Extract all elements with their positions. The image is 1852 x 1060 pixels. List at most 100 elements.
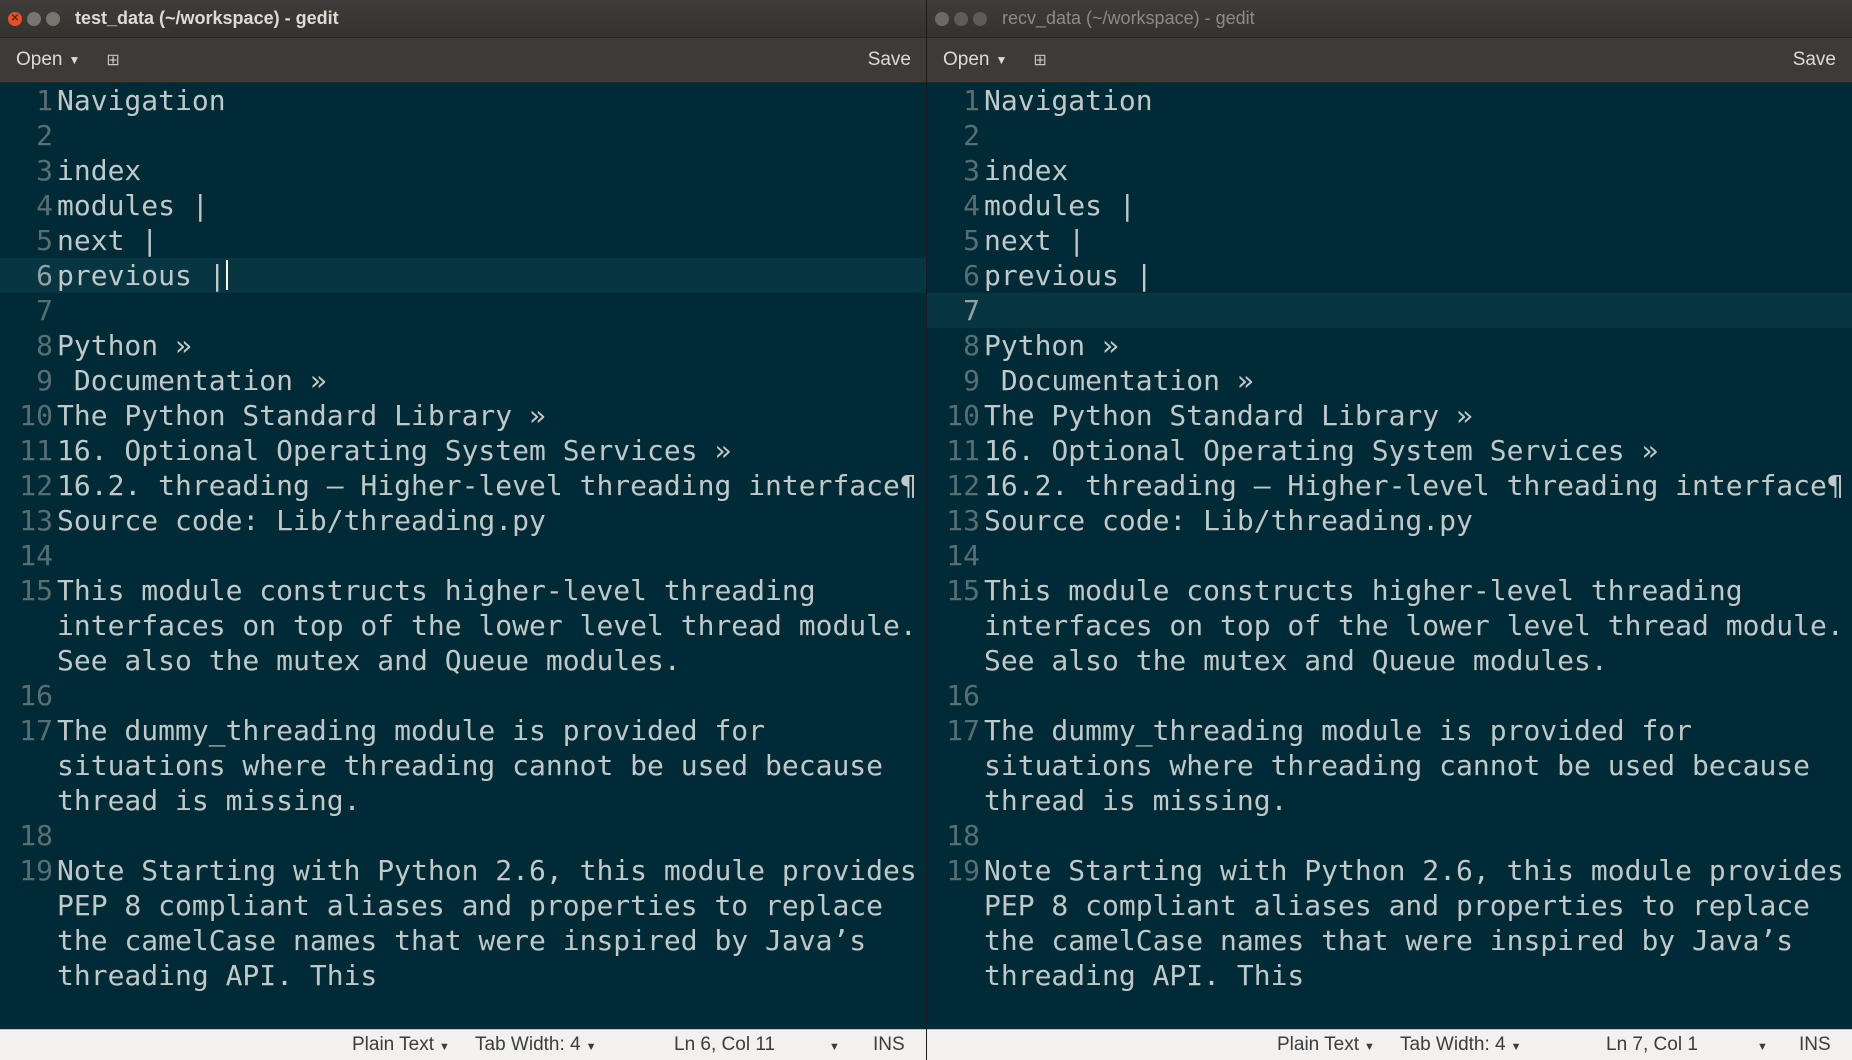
editor-line[interactable]: 7 (927, 293, 1852, 328)
line-text[interactable]: modules | (57, 188, 927, 223)
open-button[interactable]: Open ▼ (935, 43, 1015, 77)
line-text[interactable]: next | (57, 223, 927, 258)
editor-line[interactable]: 12 16.2. threading — Higher-level threadi… (0, 468, 927, 503)
title-bar[interactable]: ✕ test_data (~/workspace) - gedit (0, 0, 927, 38)
insert-mode-indicator[interactable]: INS (1799, 1034, 1831, 1056)
editor-line[interactable]: 2 (0, 118, 927, 153)
editor-line[interactable]: 12 16.2. threading — Higher-level threadi… (927, 468, 1852, 503)
editor-line[interactable]: 15 This module constructs higher-level th… (927, 573, 1852, 678)
line-text[interactable]: Documentation » (984, 363, 1852, 398)
line-text[interactable]: Navigation (57, 83, 927, 118)
line-text[interactable]: index (57, 153, 927, 188)
language-selector[interactable]: Plain Text ▼ (1277, 1034, 1375, 1056)
header-bar: Open ▼ ⊞ Save (927, 38, 1852, 83)
tab-width-label: Tab Width: 4 (1400, 1034, 1506, 1055)
tab-width-selector[interactable]: Tab Width: 4 ▼ (1400, 1034, 1522, 1056)
line-text[interactable]: Python » (57, 328, 927, 363)
gedit-window-test-data[interactable]: ✕ test_data (~/workspace) - gedit Open ▼… (0, 0, 927, 1060)
editor-line[interactable]: 4 modules | (0, 188, 927, 223)
editor-line[interactable]: 3 index (927, 153, 1852, 188)
line-text[interactable]: 16.2. threading — Higher-level threading… (57, 468, 927, 503)
save-button[interactable]: Save (860, 43, 919, 77)
editor-line[interactable]: 3 index (0, 153, 927, 188)
line-text[interactable]: Note Starting with Python 2.6, this modu… (57, 853, 927, 993)
line-text[interactable]: Documentation » (57, 363, 927, 398)
line-text[interactable]: The Python Standard Library » (984, 398, 1852, 433)
editor-line[interactable]: 6 previous | (927, 258, 1852, 293)
new-tab-icon[interactable]: ⊞ (1027, 46, 1052, 74)
line-text[interactable]: 16.2. threading — Higher-level threading… (984, 468, 1852, 503)
gedit-window-recv-data[interactable]: recv_data (~/workspace) - gedit Open ▼ ⊞… (927, 0, 1852, 1060)
cursor-position-selector[interactable]: Ln 7, Col 1 (1606, 1034, 1698, 1056)
editor-line[interactable]: 7 (0, 293, 927, 328)
editor-line[interactable]: 9 Documentation » (927, 363, 1852, 398)
editor-line[interactable]: 1 Navigation (0, 83, 927, 118)
text-editor[interactable]: 1 Navigation 2 3 index 4 modules | 5 next | 6 prev… (927, 83, 1852, 1029)
editor-line[interactable]: 11 16. Optional Operating System Services… (0, 433, 927, 468)
title-bar[interactable]: recv_data (~/workspace) - gedit (927, 0, 1852, 38)
line-text[interactable]: Note Starting with Python 2.6, this modu… (984, 853, 1852, 993)
save-button[interactable]: Save (1785, 43, 1844, 77)
tab-width-selector[interactable]: Tab Width: 4 ▼ (475, 1034, 597, 1056)
chevron-down-icon[interactable]: ▼ (824, 1034, 840, 1056)
editor-line[interactable]: 8 Python » (927, 328, 1852, 363)
line-text[interactable]: previous | (984, 258, 1852, 293)
editor-line[interactable]: 18 (0, 818, 927, 853)
line-text[interactable]: This module constructs higher-level thre… (57, 573, 927, 678)
editor-line[interactable]: 17 The dummy_threading module is provided… (927, 713, 1852, 818)
line-text[interactable]: The dummy_threading module is provided f… (57, 713, 927, 818)
editor-line[interactable]: 2 (927, 118, 1852, 153)
open-button[interactable]: Open ▼ (8, 43, 88, 77)
line-text[interactable]: 16. Optional Operating System Services » (57, 433, 927, 468)
line-number: 14 (946, 539, 980, 572)
editor-line[interactable]: 9 Documentation » (0, 363, 927, 398)
line-text[interactable]: Source code: Lib/threading.py (57, 503, 927, 538)
language-selector[interactable]: Plain Text ▼ (352, 1034, 450, 1056)
maximize-icon[interactable] (46, 11, 60, 26)
line-text[interactable]: previous | (57, 258, 927, 293)
editor-line[interactable]: 5 next | (0, 223, 927, 258)
editor-line[interactable]: 17 The dummy_threading module is provided… (0, 713, 927, 818)
cursor-position-selector[interactable]: Ln 6, Col 11 (674, 1034, 775, 1056)
language-label: Plain Text (1277, 1034, 1360, 1055)
editor-line[interactable]: 1 Navigation (927, 83, 1852, 118)
line-text[interactable]: index (984, 153, 1852, 188)
chevron-down-icon[interactable]: ▼ (1752, 1034, 1768, 1056)
line-text[interactable]: modules | (984, 188, 1852, 223)
minimize-icon[interactable] (27, 11, 41, 26)
editor-line[interactable]: 6 previous | (0, 258, 927, 293)
editor-line[interactable]: 5 next | (927, 223, 1852, 258)
editor-line[interactable]: 8 Python » (0, 328, 927, 363)
insert-mode-indicator[interactable]: INS (873, 1034, 905, 1056)
close-icon[interactable]: ✕ (8, 11, 22, 26)
editor-line[interactable]: 13 Source code: Lib/threading.py (0, 503, 927, 538)
editor-line[interactable]: 11 16. Optional Operating System Services… (927, 433, 1852, 468)
editor-line[interactable]: 13 Source code: Lib/threading.py (927, 503, 1852, 538)
editor-line[interactable]: 15 This module constructs higher-level th… (0, 573, 927, 678)
line-text[interactable]: The Python Standard Library » (57, 398, 927, 433)
line-number: 4 (36, 189, 53, 222)
editor-line[interactable]: 19 Note Starting with Python 2.6, this mo… (927, 853, 1852, 993)
editor-line[interactable]: 10 The Python Standard Library » (927, 398, 1852, 433)
line-text[interactable]: Python » (984, 328, 1852, 363)
maximize-icon[interactable] (973, 11, 987, 26)
editor-line[interactable]: 4 modules | (927, 188, 1852, 223)
line-text[interactable]: The dummy_threading module is provided f… (984, 713, 1852, 818)
editor-line[interactable]: 16 (927, 678, 1852, 713)
text-editor[interactable]: 1 Navigation 2 3 index 4 modules | 5 next | 6 prev… (0, 83, 927, 1029)
editor-line[interactable]: 10 The Python Standard Library » (0, 398, 927, 433)
line-number: 6 (963, 259, 980, 292)
editor-line[interactable]: 18 (927, 818, 1852, 853)
minimize-icon[interactable] (954, 11, 968, 26)
editor-line[interactable]: 14 (927, 538, 1852, 573)
line-text[interactable]: This module constructs higher-level thre… (984, 573, 1852, 678)
line-text[interactable]: next | (984, 223, 1852, 258)
line-text[interactable]: Navigation (984, 83, 1852, 118)
editor-line[interactable]: 14 (0, 538, 927, 573)
line-text[interactable]: Source code: Lib/threading.py (984, 503, 1852, 538)
line-text[interactable]: 16. Optional Operating System Services » (984, 433, 1852, 468)
editor-line[interactable]: 16 (0, 678, 927, 713)
editor-line[interactable]: 19 Note Starting with Python 2.6, this mo… (0, 853, 927, 993)
close-icon[interactable] (935, 11, 949, 26)
new-tab-icon[interactable]: ⊞ (100, 46, 125, 74)
